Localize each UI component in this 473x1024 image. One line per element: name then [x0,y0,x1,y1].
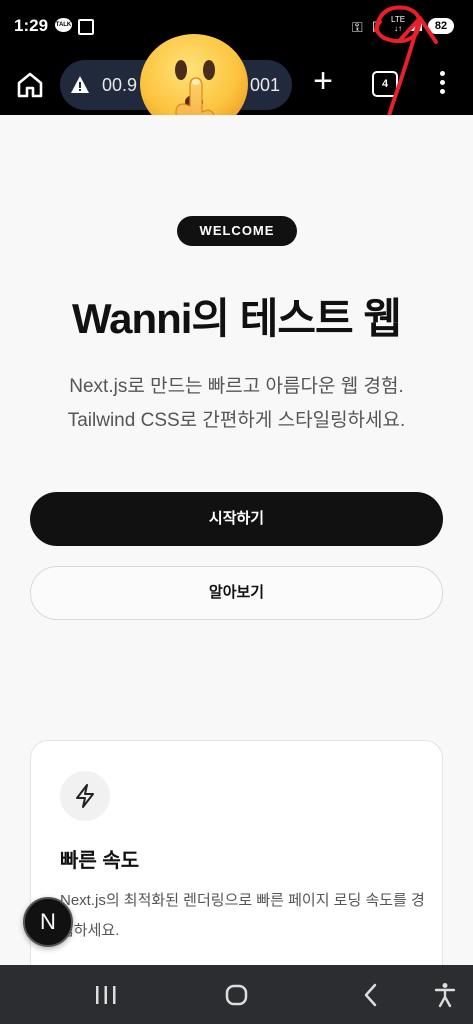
tabs-icon[interactable]: 4 [372,71,398,97]
feature-card-description: Next.js의 최적화된 렌더링으로 빠른 페이지 로딩 속도를 경험하세요. [60,892,425,939]
web-page: WELCOME Wanni의 테스트 웹 Next.js로 만드는 빠르고 아름… [0,115,473,982]
accessibility-icon[interactable] [433,982,457,1008]
learn-more-button[interactable]: 알아보기 [30,566,443,620]
welcome-badge: WELCOME [177,216,297,246]
subtitle-line-1: Next.js로 만드는 빠르고 아름다운 웹 경험. [69,376,404,397]
warning-icon[interactable] [70,75,90,95]
home-icon[interactable] [14,69,46,101]
subtitle-line-2: Tailwind CSS로 간편하게 스타일링하세요. [67,410,406,431]
url-text-end: 001 [249,75,280,95]
lte-icon: LTE ↓↑ [391,15,406,33]
vibrate-icon: ▯ [372,18,380,33]
kakaotalk-icon: TALK [55,18,72,32]
page-title: Wanni의 테스트 웹 [72,295,402,342]
plus-icon[interactable]: + [310,63,336,103]
more-vert-icon[interactable] [436,67,448,103]
url-text-start: 00.9 [102,75,138,95]
key-icon: ⚿ [352,19,363,35]
screenshot-icon [78,19,94,35]
status-time: 1:29 [14,16,49,35]
tab-count: 4 [381,78,389,90]
page-subtitle: Next.js로 만드는 빠르고 아름다운 웹 경험. Tailwind CSS… [0,370,473,438]
nextjs-devtools-button[interactable]: N [23,897,73,947]
feature-card-title: 빠른 속도 [60,850,140,872]
feature-icon-circle [60,771,110,821]
nav-home-icon[interactable] [225,982,249,1008]
start-button[interactable]: 시작하기 [30,492,443,546]
network-label: LTE [391,15,406,24]
lightning-icon [76,784,94,808]
signal-icon [409,18,422,31]
back-icon[interactable] [360,982,384,1008]
recents-icon[interactable] [94,982,118,1008]
feature-card: 빠른 속도 Next.js의 최적화된 렌더링으로 빠른 페이지 로딩 속도를 … [30,740,443,982]
battery-indicator: 82 [428,18,454,34]
system-nav-bar [0,965,473,1024]
